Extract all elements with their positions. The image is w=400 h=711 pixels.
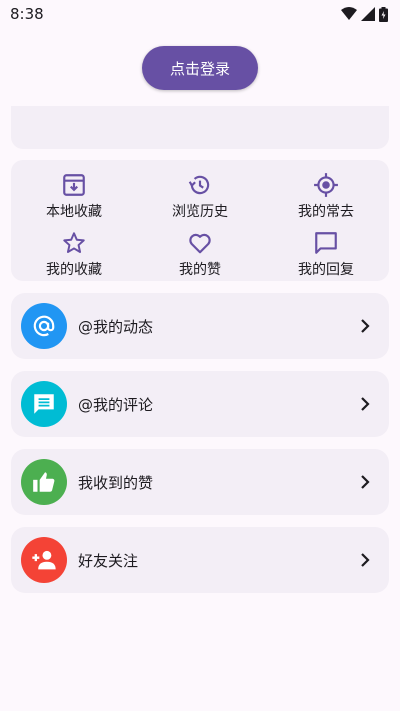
chevron-right-icon: [361, 397, 370, 411]
quick-action-my-replies[interactable]: 我的回复: [263, 224, 389, 282]
list-item-label: @我的评论: [78, 395, 154, 414]
battery-icon: [379, 6, 388, 22]
status-time: 8:38: [10, 5, 44, 23]
history-icon: [188, 175, 210, 195]
star-icon: [63, 232, 85, 253]
message-icon: [34, 394, 54, 414]
quick-action-label: 我的常去: [298, 204, 354, 220]
quick-action-label: 我的回复: [298, 262, 354, 278]
at-icon: [33, 315, 55, 337]
heart-icon: [189, 233, 211, 254]
quick-action-label: 我的赞: [179, 262, 221, 278]
thumb-up-icon: [33, 472, 55, 492]
quick-action-my-likes[interactable]: 我的赞: [137, 224, 263, 282]
status-bar: 8:38: [0, 0, 400, 28]
list-item-label: @我的动态: [78, 317, 154, 336]
list-item-my-mentions[interactable]: @我的动态: [11, 293, 389, 359]
quick-action-local-favorites[interactable]: 本地收藏: [11, 166, 137, 224]
quick-action-frequent-places[interactable]: 我的常去: [263, 166, 389, 224]
profile-card: [11, 106, 389, 149]
avatar: [21, 381, 67, 427]
login-button[interactable]: 点击登录: [142, 46, 258, 90]
list-item-my-comments[interactable]: @我的评论: [11, 371, 389, 437]
archive-down-icon: [63, 174, 85, 196]
chevron-right-icon: [361, 475, 370, 489]
avatar: [21, 537, 67, 583]
wifi-icon: [341, 7, 357, 20]
location-target-icon: [314, 173, 338, 197]
list-item-label: 好友关注: [78, 551, 139, 570]
status-icons: [341, 6, 388, 22]
list-item-friend-follows[interactable]: 好友关注: [11, 527, 389, 593]
quick-actions-card: 本地收藏 浏览历史 我的常去 我的收藏 我的赞 我的回复: [11, 160, 389, 281]
quick-action-label: 我的收藏: [46, 262, 102, 278]
avatar: [21, 459, 67, 505]
chevron-right-icon: [361, 319, 370, 333]
quick-action-label: 浏览历史: [172, 204, 228, 220]
person-add-icon: [32, 550, 56, 570]
comment-icon: [315, 232, 337, 254]
quick-action-label: 本地收藏: [46, 204, 102, 220]
quick-action-my-favorites[interactable]: 我的收藏: [11, 224, 137, 282]
chevron-right-icon: [361, 553, 370, 567]
quick-action-history[interactable]: 浏览历史: [137, 166, 263, 224]
list-item-received-likes[interactable]: 我收到的赞: [11, 449, 389, 515]
signal-icon: [361, 7, 375, 21]
avatar: [21, 303, 67, 349]
list-item-label: 我收到的赞: [78, 473, 154, 492]
